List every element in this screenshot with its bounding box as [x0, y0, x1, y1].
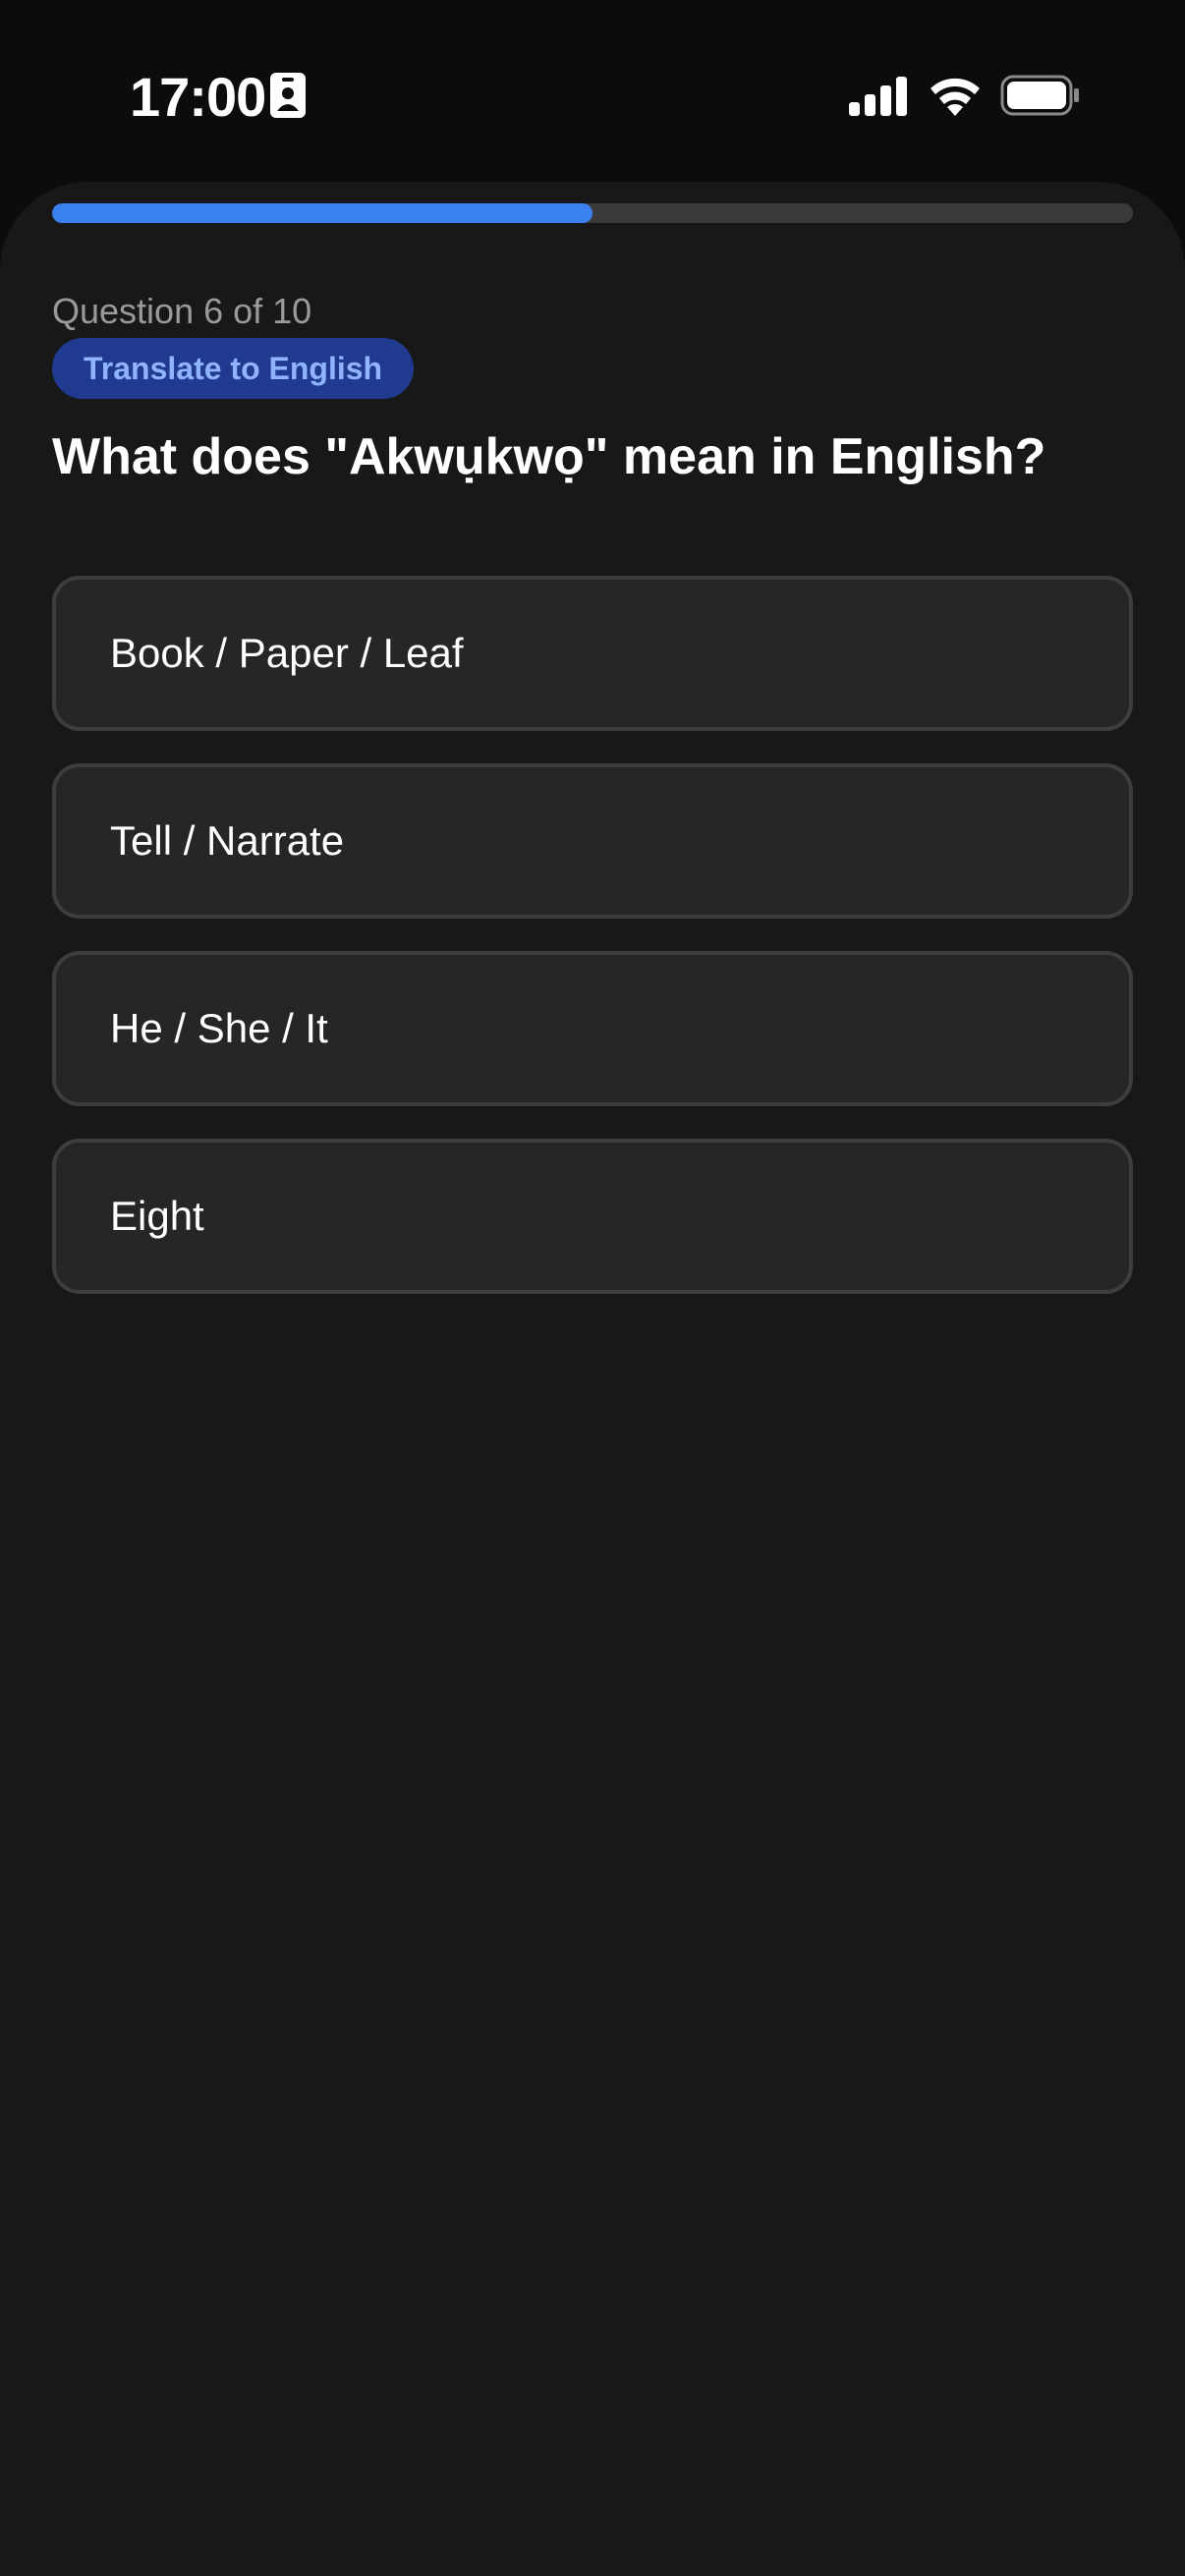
quiz-sheet — [0, 182, 1185, 2576]
answer-options: Book / Paper / Leaf Tell / Narrate He / … — [52, 576, 1133, 1326]
quiz-progress-fill — [52, 203, 592, 223]
question-text: What does "Akwụkwọ" mean in English? — [52, 428, 1046, 485]
wifi-icon — [931, 78, 980, 116]
quiz-progress-bar — [52, 203, 1133, 223]
answer-option[interactable]: Tell / Narrate — [52, 763, 1133, 919]
status-bar: 17:00 — [0, 0, 1185, 182]
mode-badge: Translate to English — [52, 338, 415, 399]
battery-icon — [1000, 75, 1079, 116]
cellular-signal-icon — [849, 77, 907, 116]
answer-option[interactable]: Book / Paper / Leaf — [52, 576, 1133, 731]
id-card-icon — [270, 73, 306, 118]
status-time: 17:00 — [130, 66, 266, 128]
question-counter: Question 6 of 10 — [52, 291, 312, 331]
answer-option[interactable]: Eight — [52, 1139, 1133, 1294]
answer-option[interactable]: He / She / It — [52, 951, 1133, 1106]
